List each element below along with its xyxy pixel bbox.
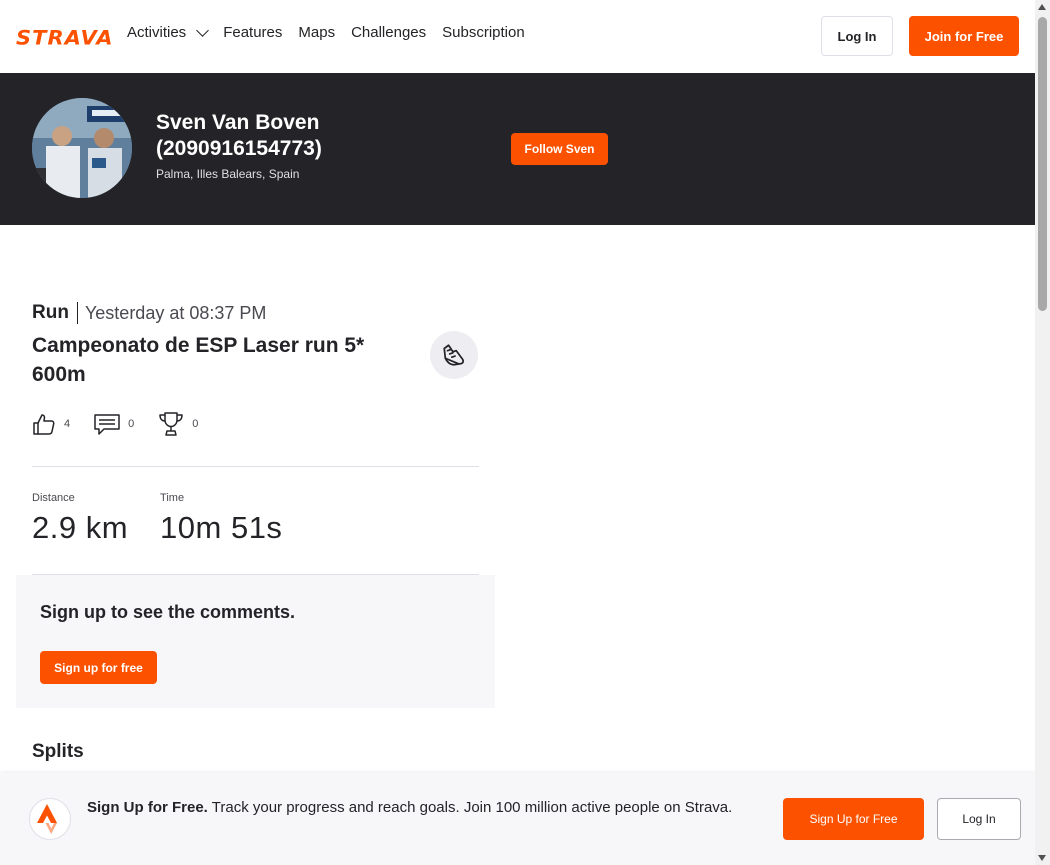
page: STRAVA Activities Features Maps Challeng… [0, 0, 1050, 865]
divider [32, 466, 479, 467]
achievements-button[interactable]: 0 [158, 412, 198, 436]
achievements-count: 0 [192, 418, 199, 430]
stat-distance: Distance 2.9 km [32, 492, 128, 546]
stat-value: 2.9 km [32, 510, 129, 545]
vertical-scrollbar[interactable] [1035, 0, 1050, 865]
join-button[interactable]: Join for Free [909, 16, 1019, 56]
signup-button[interactable]: Sign up for free [40, 651, 157, 684]
banner-headline: Sign Up for Free. [87, 799, 208, 816]
activity-date: Yesterday at 08:37 PM [84, 302, 267, 323]
chevron-down-icon [196, 23, 210, 37]
activity-type: Run [32, 302, 78, 324]
trophy-icon [159, 412, 183, 436]
social-stats: 4 0 0 [32, 412, 222, 436]
avatar[interactable] [32, 98, 132, 198]
stat-label: Distance [32, 492, 75, 504]
scroll-up-arrow-icon[interactable] [1038, 4, 1046, 10]
activity-stats: Distance 2.9 km Time 10m 51s [32, 492, 314, 546]
nav-maps[interactable]: Maps [298, 24, 335, 41]
strava-logo[interactable]: STRAVA [16, 27, 114, 49]
signup-banner: Sign Up for Free. Track your progress an… [0, 773, 1035, 865]
login-button[interactable]: Log In [821, 16, 893, 56]
banner-login-button[interactable]: Log In [937, 798, 1021, 840]
stat-time: Time 10m 51s [160, 492, 282, 546]
activity-meta: Run Yesterday at 08:37 PM [32, 298, 479, 328]
nav-features[interactable]: Features [223, 24, 282, 41]
athlete-header: Sven Van Boven (2090916154773) Palma, Il… [0, 73, 1035, 225]
top-nav: STRAVA Activities Features Maps Challeng… [0, 0, 1035, 73]
banner-body: Track your progress and reach goals. Joi… [211, 799, 733, 816]
nav-challenges[interactable]: Challenges [351, 24, 426, 41]
activity-summary: Run Yesterday at 08:37 PM Campeonato de … [32, 298, 479, 575]
stat-value: 10m 51s [160, 510, 283, 545]
comments-signup-panel: Sign up to see the comments. Sign up for… [16, 575, 495, 708]
activity-title: Campeonato de ESP Laser run 5* 600m [32, 334, 365, 386]
follow-button[interactable]: Follow Sven [511, 133, 608, 165]
running-shoe-icon [430, 331, 478, 379]
scroll-down-arrow-icon[interactable] [1038, 855, 1046, 861]
athlete-name[interactable]: Sven Van Boven (2090916154773) [156, 110, 356, 162]
banner-message: Sign Up for Free. Track your progress an… [87, 797, 757, 819]
nav-activities[interactable]: Activities [127, 23, 210, 41]
stat-label: Time [160, 492, 185, 504]
kudos-button[interactable]: 4 [32, 412, 70, 436]
kudos-count: 4 [64, 418, 71, 430]
comments-count: 0 [128, 418, 135, 430]
nav-links: Activities Features Maps Challenges Subs… [127, 23, 525, 41]
strava-logo-icon [29, 798, 71, 840]
scroll-thumb[interactable] [1038, 17, 1047, 311]
comments-button[interactable]: 0 [94, 412, 134, 436]
comments-cta-heading: Sign up to see the comments. [40, 602, 296, 622]
thumbs-up-icon [33, 414, 55, 435]
splits-title: Splits [32, 741, 84, 762]
athlete-location: Palma, Illes Balears, Spain [156, 167, 300, 181]
nav-activities-label: Activities [127, 24, 187, 41]
banner-signup-button[interactable]: Sign Up for Free [783, 798, 924, 840]
comment-icon [94, 414, 120, 435]
nav-subscription[interactable]: Subscription [442, 24, 525, 41]
